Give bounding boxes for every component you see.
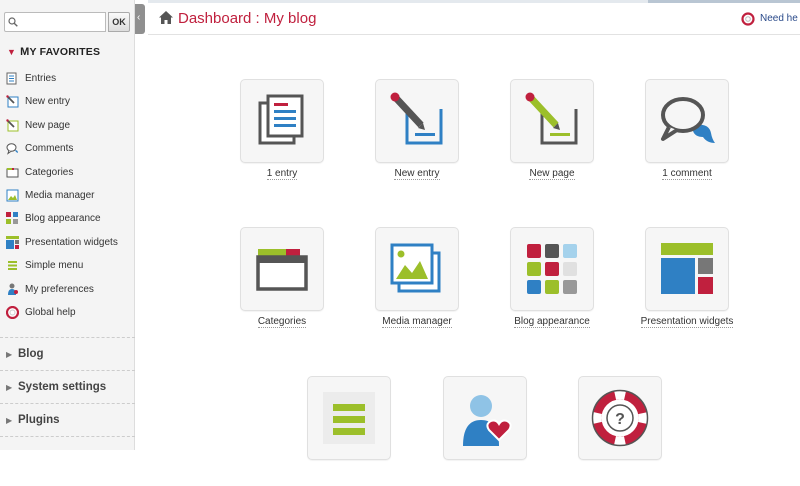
search-ok-button[interactable]: OK bbox=[108, 12, 130, 32]
new-page-icon bbox=[525, 92, 578, 145]
tile-label: Blog appearance bbox=[514, 316, 590, 328]
appearance-icon bbox=[6, 212, 18, 225]
favorites-list: Entries New entry New page Comments Cate… bbox=[0, 67, 135, 324]
sidebar-section-plugins[interactable]: ▶ Plugins bbox=[0, 403, 135, 436]
tile-label: 1 entry bbox=[266, 168, 298, 180]
tile-label: New page bbox=[529, 168, 575, 180]
widgets-icon bbox=[661, 243, 713, 294]
new-page-icon bbox=[6, 119, 19, 132]
tile-new-entry[interactable]: New entry bbox=[375, 79, 459, 189]
sidebar-item-categories[interactable]: Categories bbox=[0, 161, 135, 184]
collapsed-triangle-icon: ▶ bbox=[6, 416, 13, 425]
appearance-icon bbox=[527, 244, 577, 294]
sidebar-item-blog-appearance[interactable]: Blog appearance bbox=[0, 207, 135, 230]
tile-new-page[interactable]: New page bbox=[510, 79, 594, 189]
sidebar-item-global-help[interactable]: Global help bbox=[0, 301, 135, 324]
chevron-left-icon: ‹ bbox=[137, 12, 141, 23]
lifebuoy-icon bbox=[741, 12, 755, 26]
preferences-icon bbox=[8, 283, 18, 295]
page-title: Dashboard : My blog bbox=[178, 10, 317, 27]
collapsed-triangle-icon: ▶ bbox=[6, 383, 13, 392]
sidebar: OK ▼ MY FAVORITES Entries New entry New … bbox=[0, 0, 135, 450]
sidebar-item-new-page[interactable]: New page bbox=[0, 114, 135, 137]
search-form: OK bbox=[4, 12, 130, 32]
expanded-triangle-icon: ▼ bbox=[7, 47, 17, 57]
sidebar-section-blog[interactable]: ▶ Blog bbox=[0, 337, 135, 370]
menu-icon bbox=[8, 261, 17, 271]
tile-categories[interactable]: Categories bbox=[240, 227, 324, 337]
tile-media-manager[interactable]: Media manager bbox=[375, 227, 459, 337]
tile-entries[interactable]: 1 entry bbox=[240, 79, 324, 189]
media-icon bbox=[390, 243, 441, 293]
tile-global-help[interactable]: ? bbox=[578, 376, 662, 486]
sidebar-item-media-manager[interactable]: Media manager bbox=[0, 184, 135, 207]
collapsed-triangle-icon: ▶ bbox=[6, 350, 13, 359]
sidebar-item-entries[interactable]: Entries bbox=[0, 67, 135, 90]
sidebar-item-new-entry[interactable]: New entry bbox=[0, 90, 135, 113]
tile-blog-appearance[interactable]: Blog appearance bbox=[510, 227, 594, 337]
entries-icon bbox=[258, 94, 304, 145]
categories-icon bbox=[256, 249, 308, 291]
widgets-icon bbox=[6, 235, 19, 249]
svg-text:?: ? bbox=[615, 411, 625, 428]
comments-icon bbox=[661, 97, 715, 143]
tile-label: Media manager bbox=[382, 316, 452, 328]
tile-label: Presentation widgets bbox=[640, 316, 734, 328]
new-entry-icon bbox=[390, 92, 443, 145]
tile-simple-menu[interactable] bbox=[307, 376, 391, 486]
preferences-icon bbox=[463, 395, 512, 446]
tile-label: 1 comment bbox=[662, 168, 712, 180]
comments-icon bbox=[6, 143, 18, 155]
help-icon bbox=[6, 305, 19, 319]
categories-icon bbox=[6, 167, 19, 178]
sidebar-item-my-preferences[interactable]: My preferences bbox=[0, 278, 135, 301]
new-entry-icon bbox=[6, 95, 19, 108]
menu-icon bbox=[323, 392, 375, 444]
tile-my-preferences[interactable] bbox=[443, 376, 527, 486]
sidebar-item-presentation-widgets[interactable]: Presentation widgets bbox=[0, 231, 135, 254]
sidebar-item-comments[interactable]: Comments bbox=[0, 137, 135, 160]
tile-label: New entry bbox=[394, 168, 440, 180]
entries-icon bbox=[6, 72, 17, 85]
tile-presentation-widgets[interactable]: Presentation widgets bbox=[640, 227, 734, 337]
page-header: Dashboard : My blog Need he bbox=[148, 3, 800, 35]
sidebar-divider bbox=[0, 436, 135, 450]
search-icon bbox=[8, 17, 18, 27]
tile-comments[interactable]: 1 comment bbox=[645, 79, 729, 189]
help-icon: ? bbox=[591, 389, 649, 447]
sidebar-section-system-settings[interactable]: ▶ System settings bbox=[0, 370, 135, 403]
search-input[interactable] bbox=[19, 14, 103, 30]
media-icon bbox=[6, 189, 19, 202]
tile-label: Categories bbox=[257, 316, 307, 328]
home-icon[interactable] bbox=[159, 11, 173, 24]
sidebar-collapse-toggle[interactable]: ‹ bbox=[135, 4, 145, 34]
search-box bbox=[4, 12, 106, 32]
sidebar-item-simple-menu[interactable]: Simple menu bbox=[0, 254, 135, 277]
favorites-heading[interactable]: ▼ MY FAVORITES bbox=[7, 46, 100, 58]
